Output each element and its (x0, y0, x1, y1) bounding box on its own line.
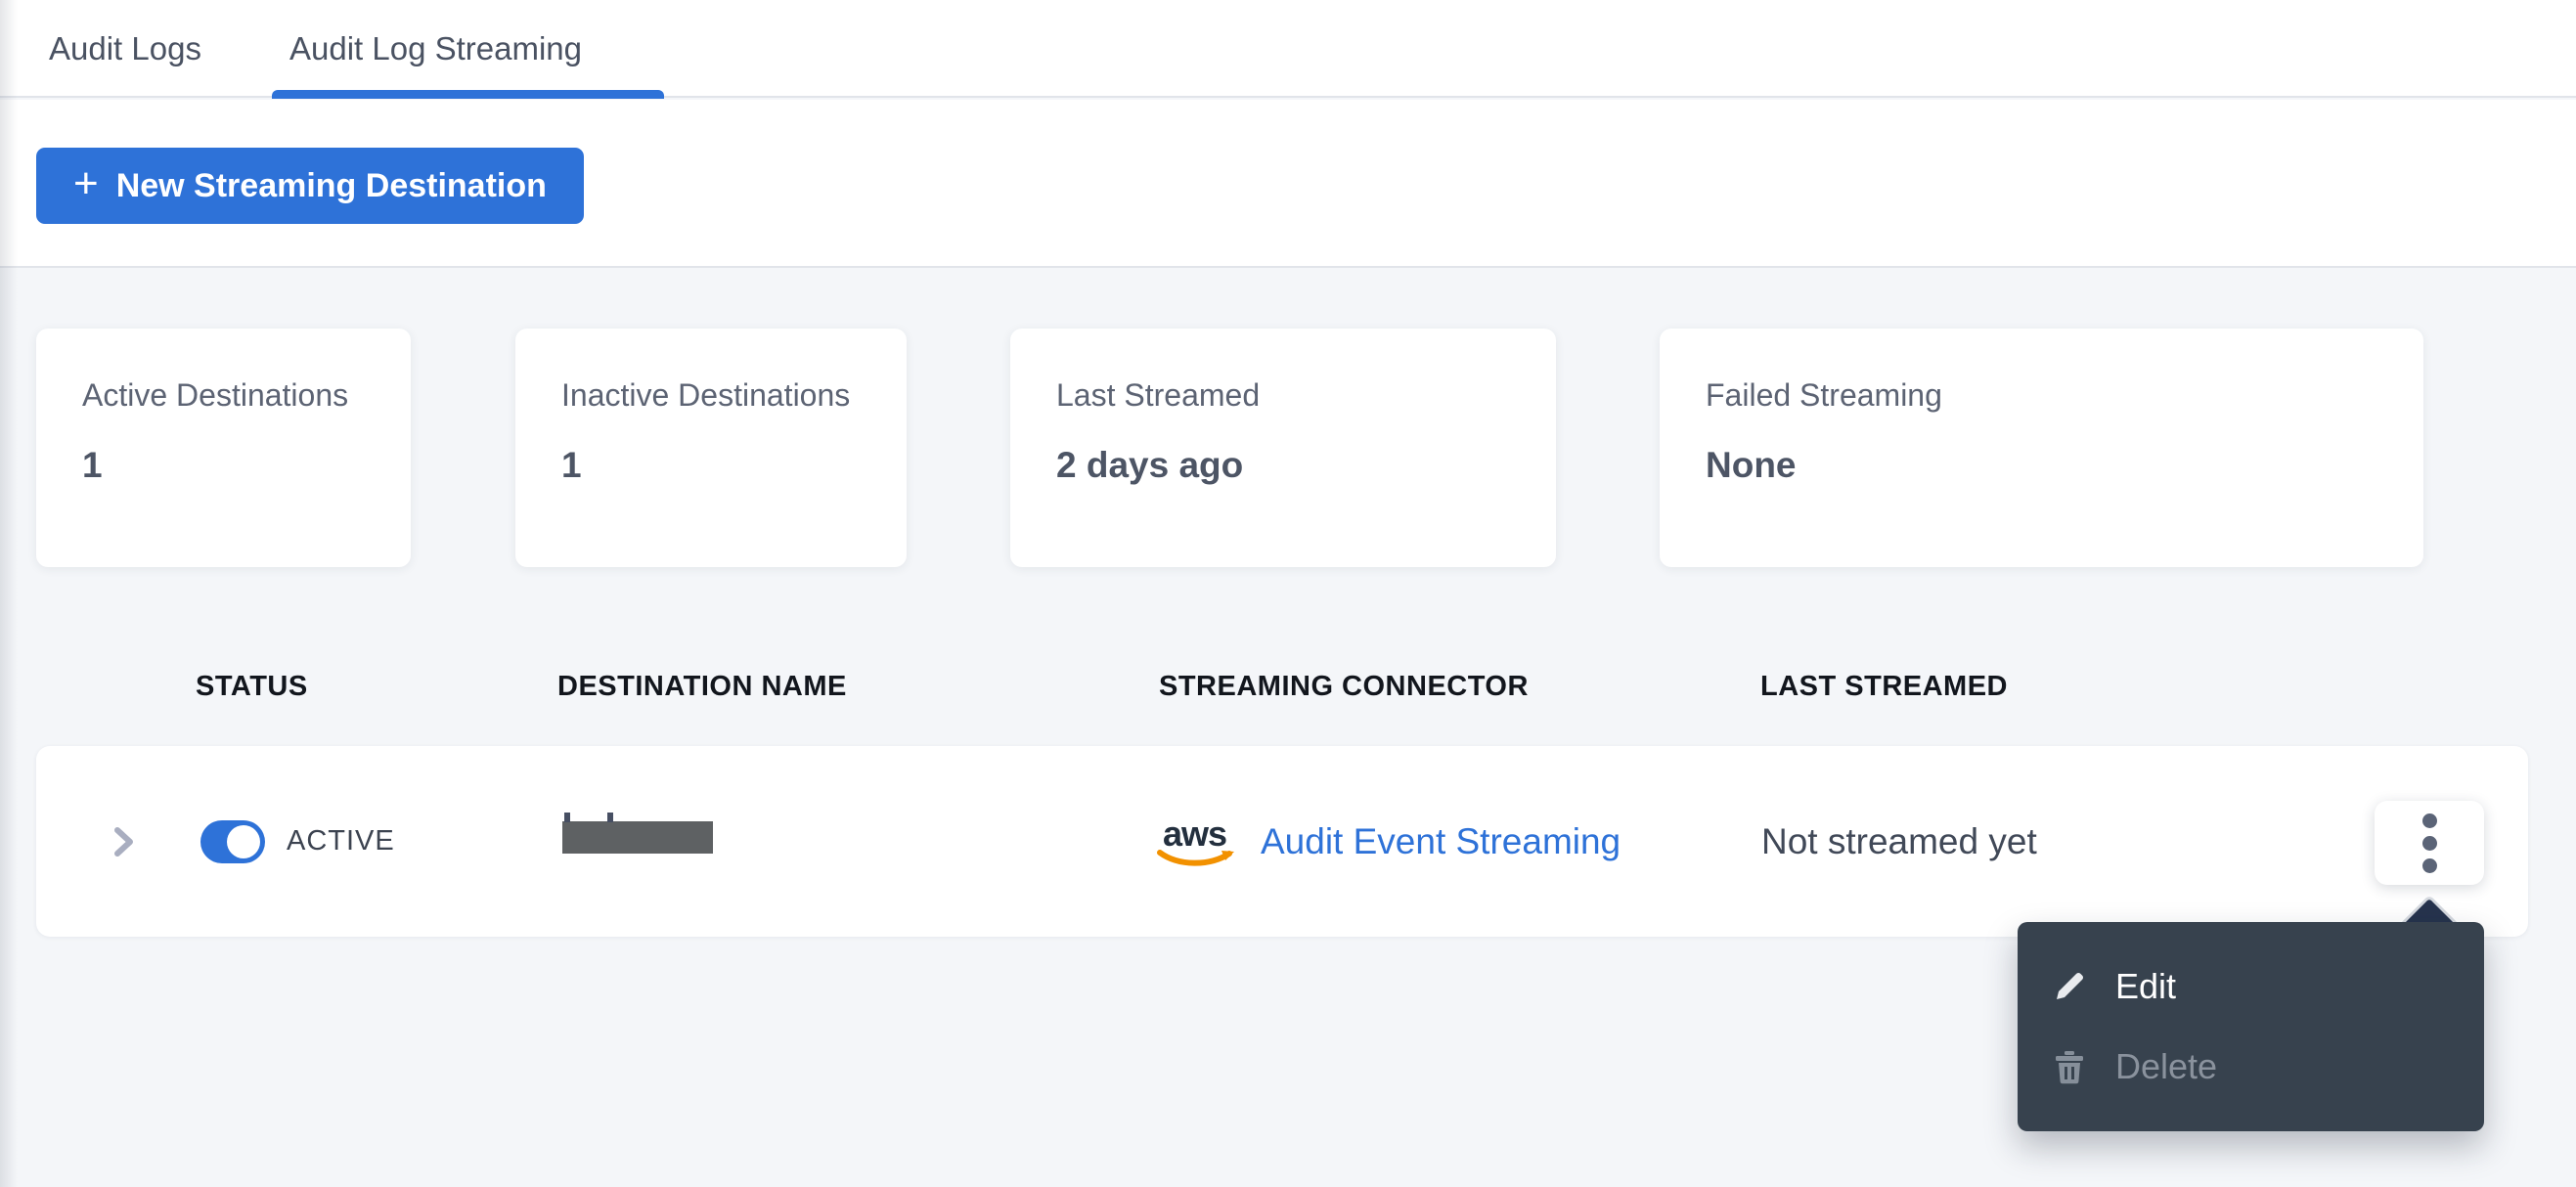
stat-value: 2 days ago (1056, 445, 1244, 485)
column-header-destination-name: DESTINATION NAME (557, 671, 847, 702)
pencil-icon (2051, 970, 2088, 1003)
stat-card-last-streamed: Last Streamed 2 days ago (1010, 329, 1556, 567)
stat-value: 1 (561, 445, 582, 485)
stat-label: Active Destinations (82, 377, 349, 413)
column-header-streaming-connector: STREAMING CONNECTOR (1159, 671, 1529, 702)
stat-label: Last Streamed (1056, 377, 1261, 413)
status-toggle[interactable] (200, 820, 265, 863)
row-actions-context-menu: Edit Delete (2018, 922, 2484, 1131)
connector-link[interactable]: Audit Event Streaming (1261, 821, 1621, 862)
table-row: ACTIVE aws Audit Event Streaming Not str… (36, 746, 2528, 937)
new-streaming-destination-button[interactable]: + New Streaming Destination (36, 148, 584, 224)
column-header-status: STATUS (196, 671, 308, 702)
plus-icon: + (73, 159, 99, 207)
column-header-last-streamed: LAST STREAMED (1760, 671, 2008, 702)
tab-bar: Audit Logs Audit Log Streaming (0, 0, 2576, 99)
row-expand-button[interactable] (99, 817, 148, 866)
destination-name-redacted (562, 813, 713, 854)
aws-logo-icon: aws (1157, 813, 1237, 870)
stat-label: Inactive Destinations (561, 377, 851, 413)
stat-card-failed-streaming: Failed Streaming None (1660, 329, 2423, 567)
stats-cards: Active Destinations 1 Inactive Destinati… (36, 329, 2423, 567)
stat-value: None (1706, 445, 1797, 485)
active-tab-underline (272, 90, 664, 99)
new-streaming-destination-label: New Streaming Destination (115, 166, 547, 204)
action-bar: + New Streaming Destination (0, 100, 2576, 268)
aws-swoosh-icon (1157, 849, 1234, 866)
redaction-artifact (607, 813, 613, 822)
kebab-dot (2421, 835, 2437, 851)
table-header-row: STATUS DESTINATION NAME STREAMING CONNEC… (0, 671, 2576, 710)
menu-item-edit[interactable]: Edit (2018, 951, 2484, 1022)
stat-card-active-destinations: Active Destinations 1 (36, 329, 411, 567)
trash-icon (2051, 1049, 2088, 1084)
tab-audit-logs[interactable]: Audit Logs (49, 0, 201, 98)
streaming-connector-cell: aws Audit Event Streaming (1157, 746, 1621, 937)
row-actions-kebab-button[interactable] (2375, 801, 2484, 885)
kebab-dot (2421, 813, 2437, 828)
menu-item-delete-label: Delete (2115, 1046, 2218, 1086)
stat-card-inactive-destinations: Inactive Destinations 1 (515, 329, 907, 567)
menu-item-edit-label: Edit (2115, 966, 2177, 1006)
kebab-dot (2421, 857, 2437, 873)
stat-value: 1 (82, 445, 103, 485)
menu-item-delete[interactable]: Delete (2018, 1032, 2484, 1102)
tab-audit-log-streaming[interactable]: Audit Log Streaming (289, 0, 582, 98)
stat-label: Failed Streaming (1706, 377, 1942, 413)
toggle-knob (227, 825, 260, 858)
status-badge: ACTIVE (287, 825, 395, 857)
last-streamed-cell: Not streamed yet (1761, 820, 2037, 861)
chevron-right-icon (114, 827, 133, 857)
redaction-artifact (564, 813, 570, 822)
